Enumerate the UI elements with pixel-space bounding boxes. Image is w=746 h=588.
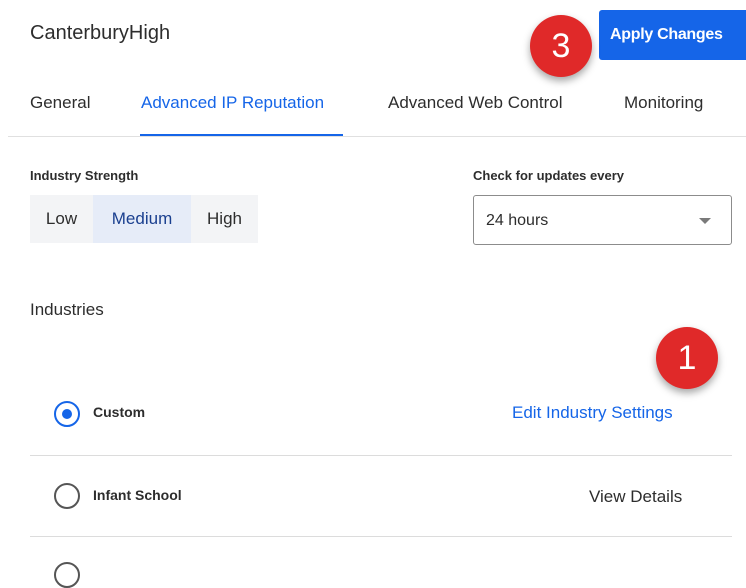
tab-general[interactable]: General	[30, 93, 90, 113]
chevron-down-icon	[699, 218, 711, 224]
tab-monitoring[interactable]: Monitoring	[624, 93, 703, 113]
radio-next-industry[interactable]	[54, 562, 80, 588]
radio-selected-dot	[62, 409, 72, 419]
step-marker-1: 1	[656, 327, 718, 389]
strength-option-high[interactable]: High	[191, 195, 258, 243]
strength-option-low[interactable]: Low	[30, 195, 93, 243]
tab-advanced-web-control[interactable]: Advanced Web Control	[388, 93, 563, 113]
update-frequency-select[interactable]: 24 hours	[473, 195, 732, 245]
industry-strength-label: Industry Strength	[30, 168, 139, 183]
edit-industry-settings-link[interactable]: Edit Industry Settings	[512, 403, 673, 423]
industries-heading: Industries	[30, 300, 104, 319]
industry-label-infant-school: Infant School	[93, 487, 182, 503]
tabs-divider	[8, 136, 746, 137]
radio-custom[interactable]	[54, 401, 80, 427]
strength-option-medium[interactable]: Medium	[93, 195, 191, 243]
view-details-link[interactable]: View Details	[589, 487, 682, 507]
radio-infant-school[interactable]	[54, 483, 80, 509]
industry-label-custom: Custom	[93, 404, 146, 420]
row-divider	[30, 536, 732, 537]
update-frequency-label: Check for updates every	[473, 168, 625, 183]
step-marker-3: 3	[530, 15, 592, 77]
apply-changes-button[interactable]: Apply Changes	[599, 10, 746, 60]
site-title: CanterburyHigh	[30, 22, 171, 44]
row-divider	[30, 455, 732, 456]
tab-advanced-ip-reputation[interactable]: Advanced IP Reputation	[141, 93, 324, 113]
update-frequency-value: 24 hours	[486, 212, 549, 229]
